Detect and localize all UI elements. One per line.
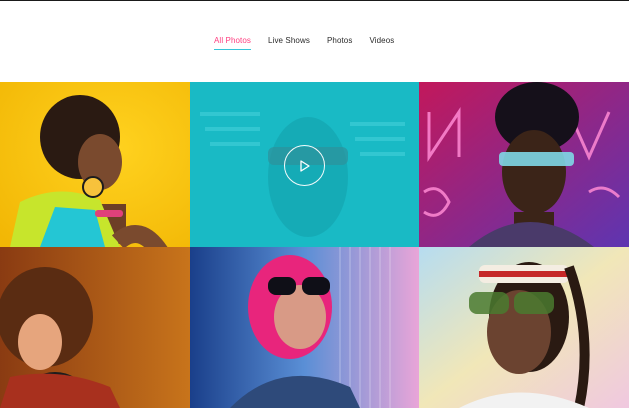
tab-all-photos[interactable]: All Photos: [214, 36, 252, 50]
gallery-tile-photo[interactable]: [190, 247, 419, 408]
tab-photos[interactable]: Photos: [327, 36, 353, 49]
play-button[interactable]: [284, 145, 325, 186]
gallery-tile-photo[interactable]: [0, 82, 190, 247]
page: All Photos Live Shows Photos Videos: [0, 0, 629, 408]
gallery-tile-video[interactable]: [190, 82, 419, 247]
gallery-tile-photo[interactable]: [419, 82, 629, 247]
photo-image: [0, 82, 190, 247]
photo-image: [0, 247, 190, 408]
play-icon: [299, 159, 310, 172]
tab-videos[interactable]: Videos: [369, 36, 394, 49]
gallery-filter-tabs: All Photos Live Shows Photos Videos: [214, 36, 394, 50]
photo-image: [419, 247, 629, 408]
tab-live-shows[interactable]: Live Shows: [268, 36, 310, 49]
photo-gallery-grid: [0, 82, 629, 408]
photo-image: [190, 247, 419, 408]
top-divider: [0, 0, 629, 1]
gallery-tile-photo[interactable]: [419, 247, 629, 408]
gallery-tile-photo[interactable]: [0, 247, 190, 408]
photo-image: [419, 82, 629, 247]
